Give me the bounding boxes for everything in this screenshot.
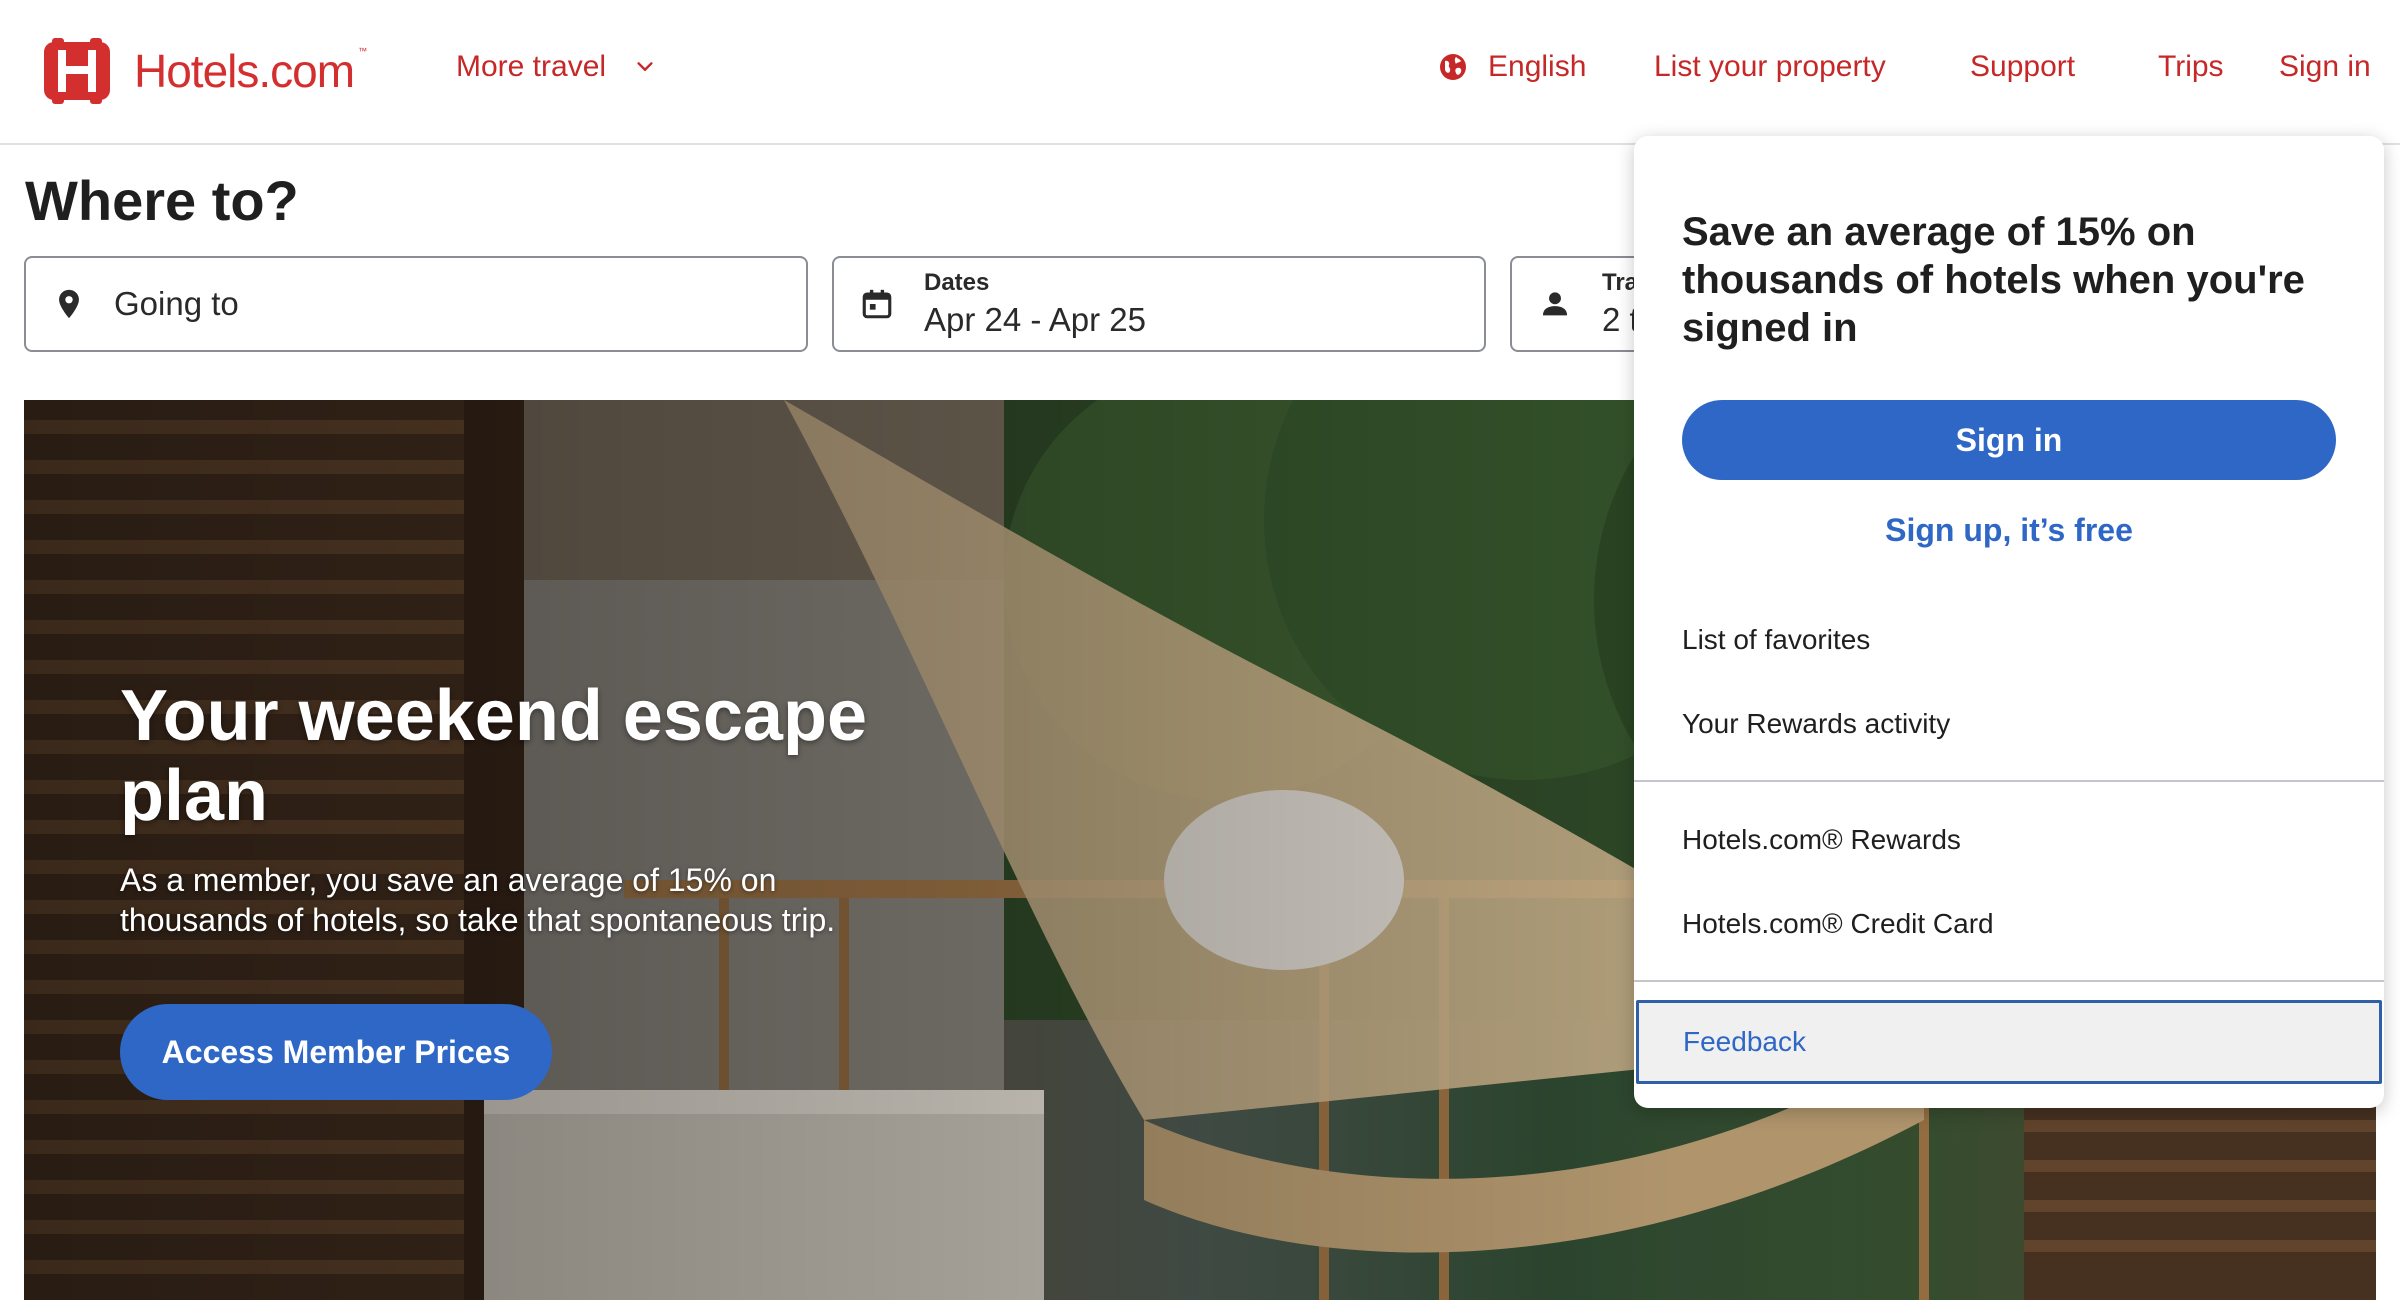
hotels-rewards-link[interactable]: Hotels.com® Rewards <box>1682 824 1961 856</box>
brand-name: Hotels.com ™ <box>134 45 367 97</box>
sign-in-link[interactable]: Sign in <box>2279 50 2371 84</box>
account-dropdown: Save an average of 15% on thousands of h… <box>1634 136 2384 1108</box>
chevron-down-icon <box>637 62 653 71</box>
dates-field[interactable]: Dates Apr 24 - Apr 25 <box>832 256 1486 352</box>
person-icon <box>1542 292 1568 316</box>
divider <box>1634 780 2384 782</box>
hotels-logo[interactable]: Hotels.com ™ <box>44 38 367 104</box>
destination-placeholder: Going to <box>114 285 239 322</box>
sign-in-button[interactable]: Sign in <box>1682 400 2336 480</box>
favorites-link[interactable]: List of favorites <box>1682 624 1870 656</box>
divider <box>1634 980 2384 982</box>
dropdown-headline: Save an average of 15% on thousands of h… <box>1682 210 2305 350</box>
dates-content: Dates Apr 24 - Apr 25 <box>924 269 1146 339</box>
support-link[interactable]: Support <box>1970 50 2075 84</box>
more-travel-menu[interactable]: More travel <box>456 50 656 84</box>
hotels-logo-icon <box>44 38 110 104</box>
dates-label: Dates <box>924 269 990 296</box>
language-selector[interactable]: English <box>1438 50 1586 84</box>
dates-value: Apr 24 - Apr 25 <box>924 301 1146 338</box>
language-label: English <box>1488 50 1587 83</box>
calendar-icon <box>862 289 892 319</box>
rewards-activity-link[interactable]: Your Rewards activity <box>1682 708 1950 740</box>
page-title: Where to? <box>25 169 299 232</box>
list-property-link[interactable]: List your property <box>1654 50 1886 84</box>
hero-title: Your weekend escape plan <box>120 676 867 836</box>
top-header: Hotels.com ™ More travel English List you… <box>0 0 2400 145</box>
credit-card-link[interactable]: Hotels.com® Credit Card <box>1682 908 1994 940</box>
sign-up-link[interactable]: Sign up, it’s free <box>1634 512 2384 549</box>
location-pin-icon <box>59 289 79 319</box>
trips-link[interactable]: Trips <box>2158 50 2224 84</box>
feedback-link[interactable]: Feedback <box>1636 1000 2382 1084</box>
destination-field[interactable]: Going to <box>24 256 808 352</box>
hero-description: As a member, you save an average of 15% … <box>120 862 836 938</box>
globe-icon <box>1440 54 1466 80</box>
more-travel-label: More travel <box>456 50 607 83</box>
access-member-prices-button[interactable]: Access Member Prices <box>120 1004 552 1100</box>
